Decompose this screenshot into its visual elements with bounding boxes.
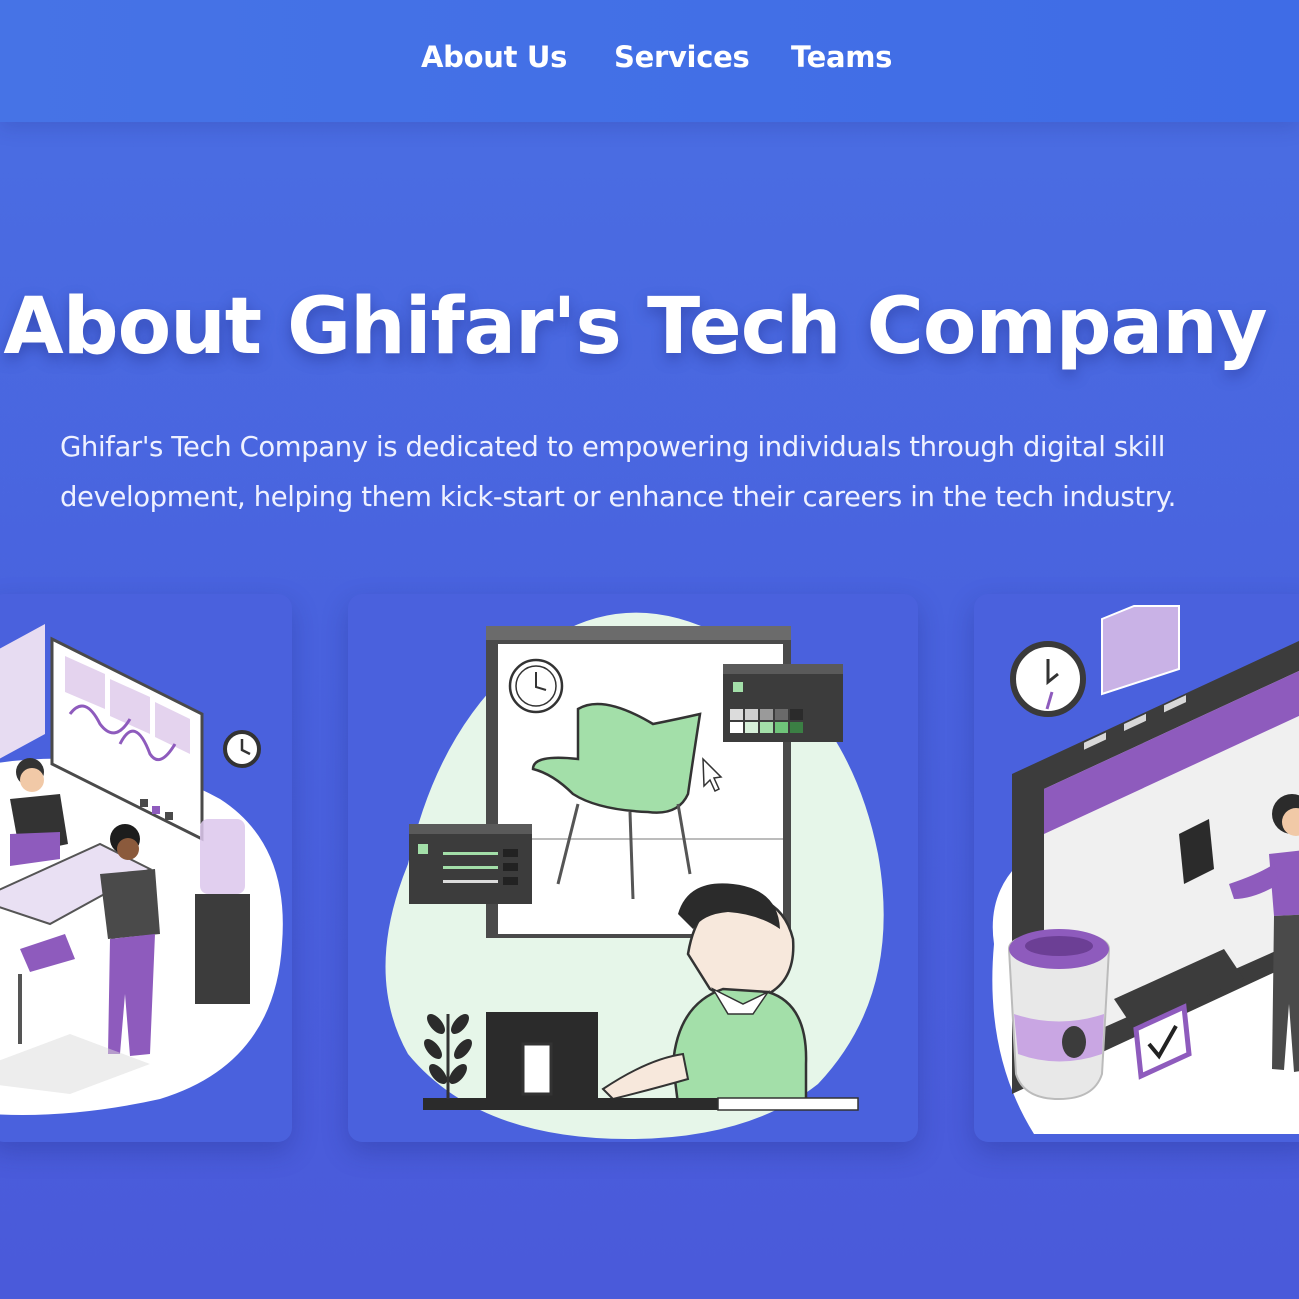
navbar: About Us Services Teams: [0, 0, 1299, 122]
puzzle-planning-illustration: [992, 605, 1299, 1134]
nav-link-services[interactable]: Services: [614, 40, 750, 74]
card-designer: [348, 594, 918, 1142]
nav-link-teams[interactable]: Teams: [791, 40, 892, 74]
nav-link-about-us[interactable]: About Us: [421, 40, 567, 74]
page-title: About Ghifar's Tech Company: [3, 282, 1267, 372]
card-puzzle-planning: [974, 594, 1299, 1142]
hero-description: Ghifar's Tech Company is dedicated to em…: [60, 431, 1176, 513]
card-team-meeting: [0, 594, 292, 1142]
folder-icon: [1101, 605, 1180, 696]
team-meeting-illustration: [0, 624, 283, 1115]
designer-at-computer-illustration: [385, 612, 884, 1139]
